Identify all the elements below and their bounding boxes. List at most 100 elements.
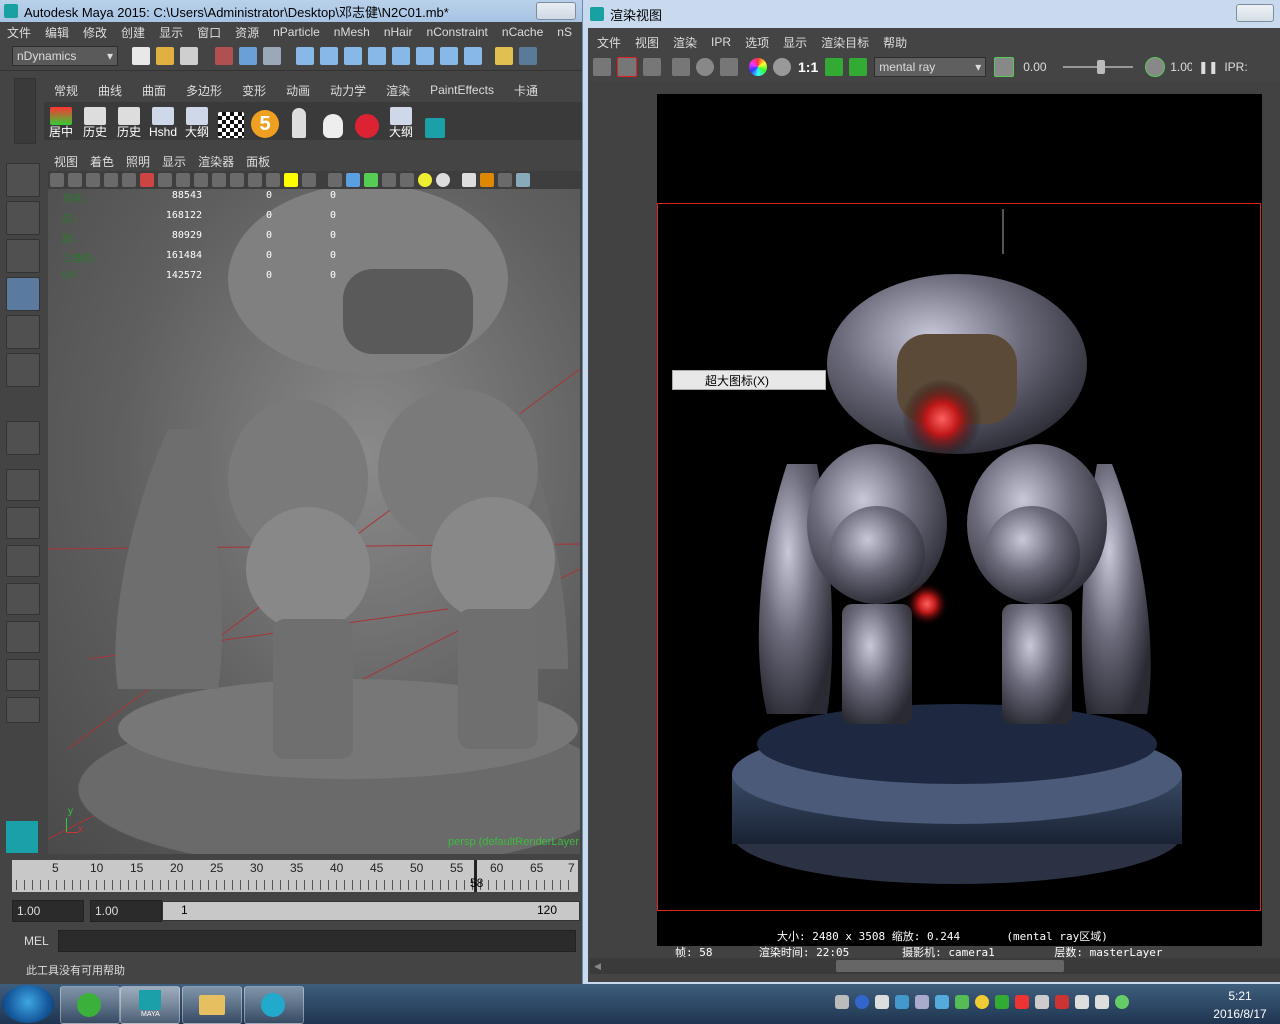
refresh-ipr-icon[interactable] <box>696 58 714 76</box>
move-tool-icon[interactable] <box>6 277 40 311</box>
grid-icon[interactable] <box>158 173 172 187</box>
depth-of-field-icon[interactable] <box>480 173 494 187</box>
menu-display[interactable]: 显示 <box>152 24 190 41</box>
light-bulb-icon[interactable] <box>418 173 432 187</box>
range-slider[interactable]: 1 120 <box>162 901 580 921</box>
menu-nmesh[interactable]: nMesh <box>327 25 377 39</box>
wire-on-shaded-icon[interactable] <box>248 173 262 187</box>
ambient-occlusion-icon[interactable] <box>382 173 396 187</box>
lasso-tool-icon[interactable] <box>6 201 40 235</box>
shelf-outliner-1[interactable]: 大纲 <box>182 103 212 139</box>
network-users-icon[interactable] <box>1035 995 1049 1009</box>
mel-label[interactable]: MEL <box>24 934 58 948</box>
render-region-box[interactable] <box>657 203 1261 911</box>
save-scene-icon[interactable] <box>180 47 198 65</box>
snap-curve-icon[interactable] <box>320 47 338 65</box>
open-scene-icon[interactable] <box>156 47 174 65</box>
snap-plane-icon[interactable] <box>368 47 386 65</box>
checker-toggle-icon[interactable] <box>400 173 414 187</box>
skull-icon[interactable] <box>318 103 348 139</box>
menu-nconstraint[interactable]: nConstraint <box>420 25 495 39</box>
display-icon[interactable] <box>915 995 929 1009</box>
xray-icon[interactable] <box>328 173 342 187</box>
shelf-history-1[interactable]: 历史 <box>80 103 110 139</box>
taskbar-app-explorer[interactable] <box>182 986 242 1024</box>
render-settings-icon[interactable] <box>440 47 458 65</box>
lights-icon[interactable] <box>284 173 298 187</box>
shelf-history-2[interactable]: 历史 <box>114 103 144 139</box>
command-input[interactable] <box>58 930 576 952</box>
menu-edit[interactable]: 编辑 <box>38 24 76 41</box>
layout-four-icon[interactable] <box>6 507 40 539</box>
alpha-channel-icon[interactable] <box>773 58 791 76</box>
keyboard-icon[interactable] <box>835 995 849 1009</box>
menu-ncache[interactable]: nCache <box>495 25 550 39</box>
network-error-icon[interactable] <box>1055 995 1069 1009</box>
exposure-icon[interactable] <box>994 57 1015 77</box>
redo-render-icon[interactable] <box>593 58 611 76</box>
snap-grid-icon[interactable] <box>296 47 314 65</box>
shield-icon[interactable] <box>935 995 949 1009</box>
select-component-icon[interactable] <box>263 47 281 65</box>
layout-curve-icon[interactable] <box>6 659 40 691</box>
layout-more-icon[interactable] <box>6 697 40 723</box>
panel-menu-show[interactable]: 显示 <box>156 153 192 170</box>
paint-brush-icon[interactable] <box>352 103 382 139</box>
shelf-tab-toon[interactable]: 卡通 <box>504 82 548 99</box>
rv-menu-display[interactable]: 显示 <box>776 34 814 51</box>
keep-image-icon[interactable] <box>825 58 844 76</box>
remove-image-icon[interactable] <box>849 58 868 76</box>
exposure-slider[interactable] <box>1063 60 1134 74</box>
shelf-tab-surfaces[interactable]: 曲面 <box>132 82 176 99</box>
snapshot-icon[interactable] <box>643 58 661 76</box>
nvidia-icon[interactable] <box>995 995 1009 1009</box>
camera-attributes-icon[interactable] <box>68 173 82 187</box>
image-plane-icon[interactable] <box>104 173 118 187</box>
layout-graph-icon[interactable] <box>6 583 40 615</box>
time-slider[interactable]: 5 10 15 20 25 30 35 40 45 50 55 60 65 7 <box>12 860 578 892</box>
panel-menu-lighting[interactable]: 照明 <box>120 153 156 170</box>
camera-select-icon[interactable] <box>50 173 64 187</box>
horizontal-scrollbar[interactable]: ◀ <box>590 958 1280 974</box>
shelf-tab-dynamics[interactable]: 动力学 <box>320 82 376 99</box>
help-icon[interactable] <box>464 47 482 65</box>
select-object-icon[interactable] <box>239 47 257 65</box>
menu-create[interactable]: 创建 <box>114 24 152 41</box>
shelf-number-five[interactable]: 5 <box>250 103 280 139</box>
bluetooth-icon[interactable] <box>895 995 909 1009</box>
rv-menu-view[interactable]: 视图 <box>628 34 666 51</box>
maya-logo-icon[interactable] <box>420 103 450 139</box>
sphere-icon[interactable] <box>436 173 450 187</box>
scroll-left-icon[interactable]: ◀ <box>594 961 601 972</box>
update-icon[interactable] <box>975 995 989 1009</box>
scale-tool-icon[interactable] <box>6 353 40 387</box>
clock[interactable]: 5:21 2016/8/17 <box>1200 987 1280 1023</box>
camera-icon[interactable] <box>519 47 537 65</box>
layout-single-icon[interactable] <box>6 469 40 501</box>
menuset-dropdown[interactable]: nDynamics ▾ <box>12 46 118 66</box>
ipr-render-icon[interactable] <box>672 58 690 76</box>
start-time-field[interactable]: 1.00 <box>12 900 84 922</box>
menu-assets[interactable]: 资源 <box>228 24 266 41</box>
renderer-dropdown[interactable]: mental ray ▾ <box>874 57 987 77</box>
motion-blur-icon[interactable] <box>462 173 476 187</box>
start-button[interactable] <box>2 985 54 1023</box>
bookmark-icon[interactable] <box>86 173 100 187</box>
shelf-tab-curves[interactable]: 曲线 <box>88 82 132 99</box>
smooth-shade-icon[interactable] <box>230 173 244 187</box>
rgb-channels-icon[interactable] <box>749 58 767 76</box>
wechat-icon[interactable] <box>1115 995 1129 1009</box>
film-gate-icon[interactable] <box>176 173 190 187</box>
gamma-icon[interactable] <box>1145 57 1166 77</box>
shelf-outliner-2[interactable]: 大纲 <box>386 103 416 139</box>
menu-modify[interactable]: 修改 <box>76 24 114 41</box>
render-region-icon[interactable] <box>617 57 637 77</box>
pause-icon[interactable]: ❚❚ <box>1198 60 1218 74</box>
select-hierarchy-icon[interactable] <box>215 47 233 65</box>
panel-menu-shading[interactable]: 着色 <box>84 153 120 170</box>
menu-ns[interactable]: nS <box>550 25 579 39</box>
rv-menu-render-target[interactable]: 渲染目标 <box>814 34 876 51</box>
select-tool-icon[interactable] <box>6 163 40 197</box>
panel-menu-renderer[interactable]: 渲染器 <box>192 153 240 170</box>
arrow-tray-icon[interactable] <box>875 995 889 1009</box>
